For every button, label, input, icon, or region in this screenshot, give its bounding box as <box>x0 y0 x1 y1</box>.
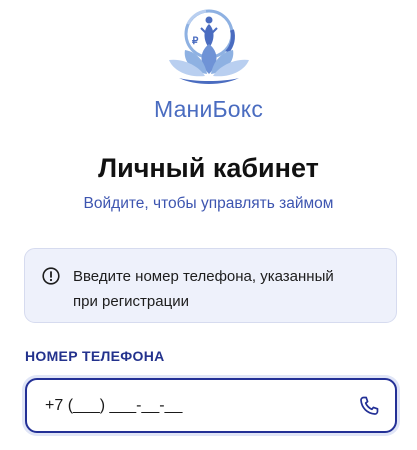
page-subtitle: Войдите, чтобы управлять займом <box>83 195 334 212</box>
page-title: Личный кабинет <box>98 153 319 183</box>
info-text-line: при регистрации <box>73 293 189 310</box>
brand-logo: ₽ МаниБокс <box>0 6 417 121</box>
phone-icon <box>360 396 379 415</box>
info-text-line: Введите номер телефона, указанный <box>73 268 334 285</box>
brand-name: МаниБокс <box>153 96 264 122</box>
info-notice: Введите номер телефона, указанный при ре… <box>24 248 397 323</box>
svg-text:₽: ₽ <box>192 36 199 47</box>
phone-field-label: НОМЕР ТЕЛЕФОНА <box>25 348 165 364</box>
lotus-logo-icon: ₽ <box>168 9 249 84</box>
info-text: Введите номер телефона, указанный при ре… <box>73 264 382 314</box>
info-circle-icon <box>42 267 60 285</box>
phone-field[interactable] <box>25 378 397 433</box>
phone-input[interactable] <box>45 396 335 415</box>
